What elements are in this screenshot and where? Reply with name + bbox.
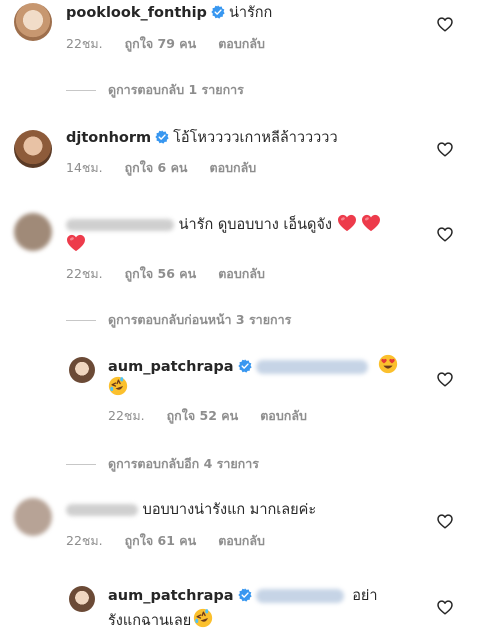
reply-button[interactable]: ตอบกลับ bbox=[218, 266, 265, 281]
avatar[interactable] bbox=[14, 213, 52, 251]
comment-meta: 22ชม. ถูกใจ 79 คน ตอบกลับ bbox=[66, 34, 287, 54]
red-heart-icon bbox=[66, 234, 86, 252]
comment-meta: 14ชม. ถูกใจ 6 คน ตอบกลับ bbox=[66, 158, 278, 178]
avatar[interactable] bbox=[14, 3, 52, 41]
divider-line bbox=[66, 464, 96, 465]
comment-text: อย่า bbox=[352, 588, 378, 604]
divider-line bbox=[66, 90, 96, 91]
comment-line: pooklook_fonthip น่ารักก bbox=[66, 3, 272, 23]
heart-outline-icon[interactable] bbox=[437, 514, 453, 529]
username-link[interactable]: pooklook_fonthip bbox=[66, 5, 207, 21]
reply-button[interactable]: ตอบกลับ bbox=[218, 533, 265, 548]
comment-line: aum_patchrapa อย่า bbox=[108, 586, 378, 606]
comment-text: น่ารัก ดูบอบบาง เอ็นดูจัง bbox=[178, 217, 332, 233]
likes-count[interactable]: ถูกใจ 61 คน bbox=[125, 533, 197, 548]
heart-eyes-emoji-icon bbox=[378, 354, 398, 374]
view-replies-button[interactable]: ดูการตอบกลับก่อนหน้า 3 รายการ bbox=[66, 310, 291, 330]
divider-line bbox=[66, 320, 96, 321]
comment-meta: 22ชม. ถูกใจ 52 คน ตอบกลับ bbox=[108, 406, 329, 426]
username-link-blurred[interactable] bbox=[66, 219, 174, 231]
comment-time: 22ชม. bbox=[66, 36, 103, 51]
verified-badge-icon bbox=[238, 359, 252, 373]
comment-time: 22ชม. bbox=[66, 533, 103, 548]
comment-line: djtonhorm โอ้โหววววเกาหลีล้าววววว bbox=[66, 128, 338, 148]
likes-count[interactable]: ถูกใจ 79 คน bbox=[125, 36, 197, 51]
likes-count[interactable]: ถูกใจ 56 คน bbox=[125, 266, 197, 281]
mention-link-blurred[interactable] bbox=[255, 360, 368, 374]
heart-outline-icon[interactable] bbox=[437, 17, 453, 32]
verified-badge-icon bbox=[155, 130, 169, 144]
comment-line: aum_patchrapa bbox=[108, 354, 398, 377]
heart-outline-icon[interactable] bbox=[437, 600, 453, 615]
comment-text: บอบบางน่ารังแก มากเลยค่ะ bbox=[142, 502, 317, 518]
reply-button[interactable]: ตอบกลับ bbox=[260, 408, 307, 423]
view-replies-label: ดูการตอบกลับอีก 4 รายการ bbox=[108, 456, 259, 471]
verified-badge-icon bbox=[211, 5, 225, 19]
comment-line: น่ารัก ดูบอบบาง เอ็นดูจัง bbox=[66, 214, 381, 235]
comment-text: น่ารักก bbox=[228, 5, 273, 21]
username-link[interactable]: aum_patchrapa bbox=[108, 359, 234, 375]
likes-count[interactable]: ถูกใจ 6 คน bbox=[125, 160, 188, 175]
comment-line: บอบบางน่ารังแก มากเลยค่ะ bbox=[66, 500, 316, 520]
view-replies-label: ดูการตอบกลับ 1 รายการ bbox=[108, 82, 244, 97]
heart-outline-icon[interactable] bbox=[437, 227, 453, 242]
comment-line-continued: รังแกฉานเลย bbox=[108, 608, 213, 631]
view-replies-button[interactable]: ดูการตอบกลับ 1 รายการ bbox=[66, 80, 244, 100]
avatar[interactable] bbox=[14, 498, 52, 536]
rofl-emoji-icon bbox=[108, 376, 128, 396]
red-heart-icon bbox=[337, 214, 357, 232]
comment-meta: 22ชม. ถูกใจ 61 คน ตอบกลับ bbox=[66, 531, 287, 551]
verified-badge-icon bbox=[238, 588, 252, 602]
username-link-blurred[interactable] bbox=[66, 504, 138, 516]
view-replies-label: ดูการตอบกลับก่อนหน้า 3 รายการ bbox=[108, 312, 292, 327]
comment-text: โอ้โหววววเกาหลีล้าววววว bbox=[173, 130, 338, 146]
username-link[interactable]: aum_patchrapa bbox=[108, 588, 234, 604]
red-heart-icon bbox=[361, 214, 381, 232]
heart-outline-icon[interactable] bbox=[437, 142, 453, 157]
comment-time: 22ชม. bbox=[66, 266, 103, 281]
comment-meta: 22ชม. ถูกใจ 56 คน ตอบกลับ bbox=[66, 264, 287, 284]
rofl-emoji-icon bbox=[193, 608, 213, 628]
mention-link-blurred[interactable] bbox=[255, 589, 344, 603]
likes-count[interactable]: ถูกใจ 52 คน bbox=[167, 408, 239, 423]
avatar[interactable] bbox=[69, 357, 95, 383]
username-link[interactable]: djtonhorm bbox=[66, 130, 151, 146]
comment-time: 22ชม. bbox=[108, 408, 145, 423]
view-replies-button[interactable]: ดูการตอบกลับอีก 4 รายการ bbox=[66, 454, 259, 474]
avatar[interactable] bbox=[69, 586, 95, 612]
comment-time: 14ชม. bbox=[66, 160, 103, 175]
heart-outline-icon[interactable] bbox=[437, 372, 453, 387]
comment-text: รังแกฉานเลย bbox=[108, 613, 192, 629]
avatar[interactable] bbox=[14, 130, 52, 168]
reply-button[interactable]: ตอบกลับ bbox=[218, 36, 265, 51]
reply-button[interactable]: ตอบกลับ bbox=[209, 160, 256, 175]
